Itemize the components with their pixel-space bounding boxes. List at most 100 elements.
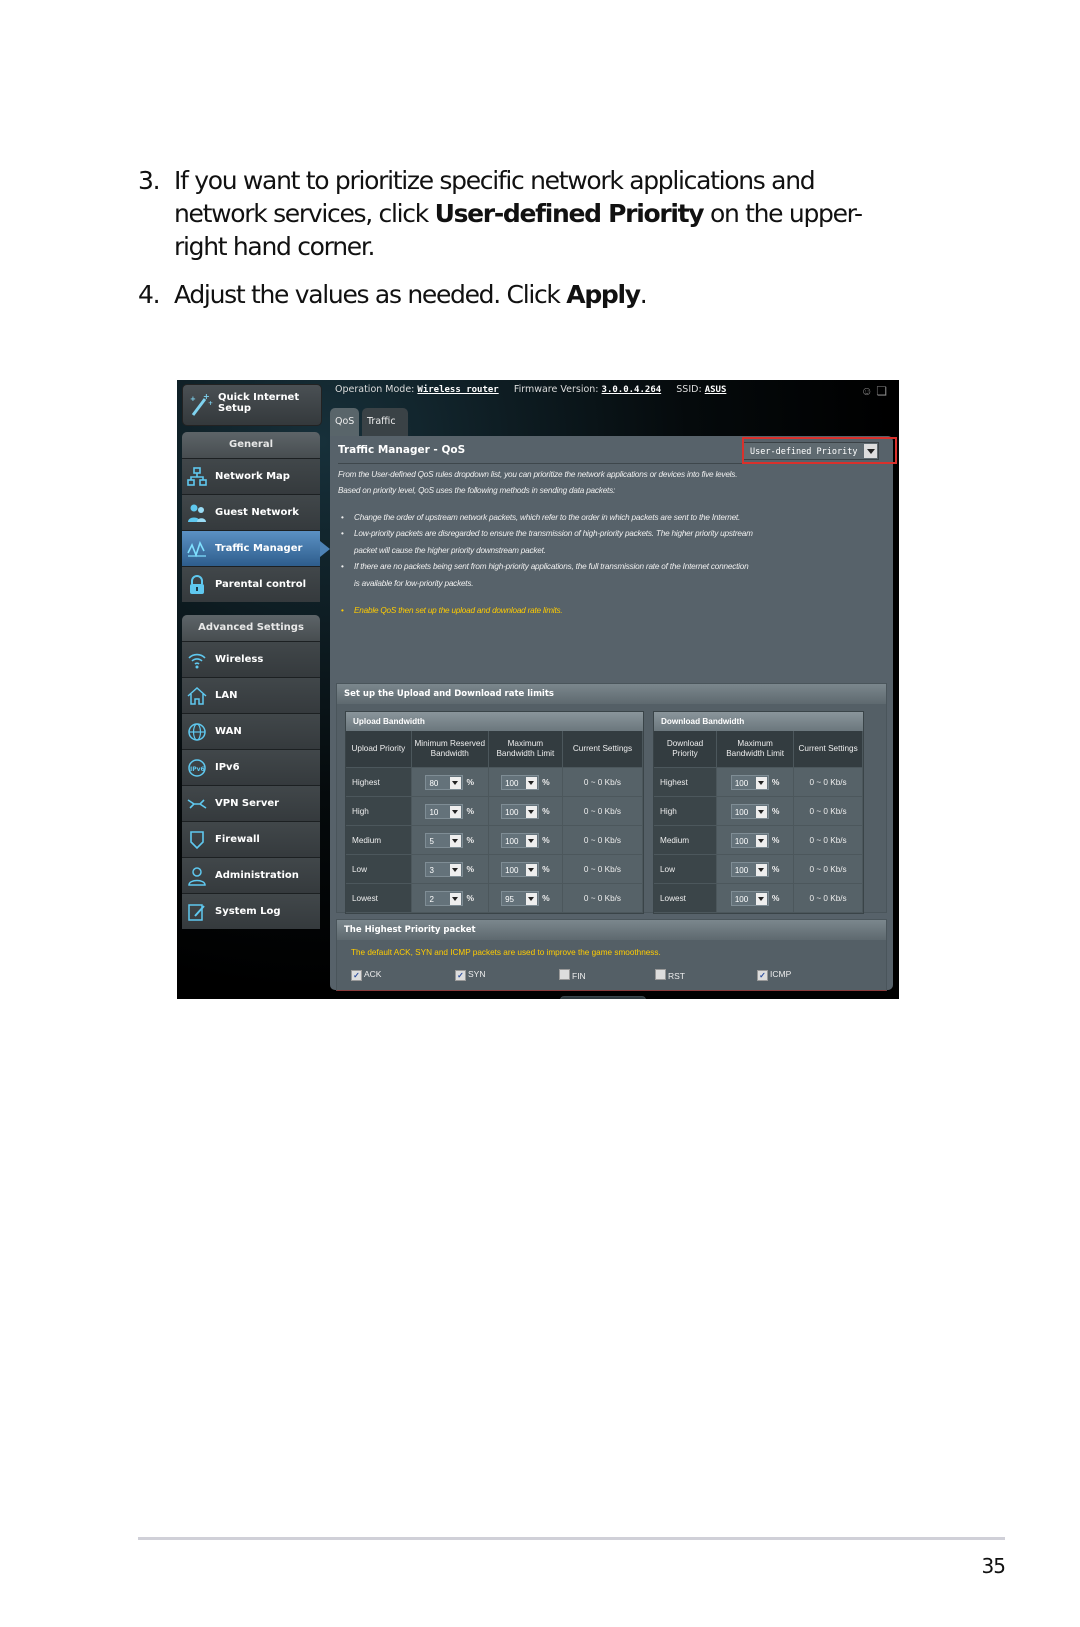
step-3-line-2: network services, click User-defined Pri… [174,197,863,230]
max-bandwidth-select[interactable]: 100 [501,832,540,848]
chevron-down-icon [755,834,767,847]
min-bandwidth-select[interactable]: 2 [425,890,464,906]
sidebar-item-label: System Log [215,906,281,917]
min-bandwidth-select[interactable]: 10 [425,803,464,819]
selected-value: 100 [734,894,749,904]
sidebar-item-administration[interactable]: Administration [182,857,320,893]
selected-value: 100 [505,865,519,875]
percent-unit: % [466,835,475,845]
percent-unit: % [542,777,550,787]
chevron-down-icon [526,863,538,876]
step-number: 3. [138,166,161,195]
min-bandwidth-cell: 3% [411,854,489,884]
selected-value: 100 [505,778,519,788]
checkbox-label: ICMP [770,969,792,979]
wifi-icon [188,653,206,669]
table-row: Medium 100% 0 ~ 0 Kb/s [654,825,863,855]
max-bandwidth-cell: 100% [716,854,795,884]
max-bandwidth-select[interactable]: 100 [501,861,540,877]
tab-qos[interactable]: QoS [330,408,360,436]
sidebar-item-traffic-manager[interactable]: Traffic Manager [182,530,330,566]
checkbox-box[interactable] [559,969,570,980]
users-icon[interactable]: ☺ [861,384,873,398]
min-bandwidth-select[interactable]: 3 [425,861,464,877]
checkbox-fin[interactable]: FIN [559,969,586,981]
sidebar-item-ipv6[interactable]: IPv6 IPv6 [182,749,320,785]
step-4-text: Adjust the values as needed. Click Apply… [174,278,648,311]
checkbox-box[interactable]: ✓ [757,970,768,981]
checkbox-box[interactable]: ✓ [351,970,362,981]
checkbox-label: SYN [468,969,486,979]
table-row: Medium 5% 100% 0 ~ 0 Kb/s [346,825,644,855]
max-bandwidth-select[interactable]: 100 [730,774,769,790]
checkbox-box[interactable]: ✓ [455,970,466,981]
sidebar-item-lan[interactable]: LAN [182,677,320,713]
qos-panel: Traffic Manager - QoS User-defined Prior… [330,436,897,999]
checkbox-icmp[interactable]: ✓ ICMP [757,969,791,981]
section-title: The Highest Priority packet [337,920,886,940]
percent-unit: % [466,806,475,816]
sidebar-item-firewall[interactable]: Firewall [182,821,320,857]
max-bandwidth-select[interactable]: 100 [501,803,540,819]
max-bandwidth-select[interactable]: 100 [501,774,540,790]
min-bandwidth-cell: 5% [411,825,489,855]
checkbox-ack[interactable]: ✓ ACK [351,969,381,981]
selected-value: 95 [505,894,514,904]
tab-traffic-monitor[interactable]: Traffic Monitor [362,408,409,455]
percent-unit: % [771,777,780,787]
sidebar-item-network-map[interactable]: Network Map [182,458,320,494]
selected-value: 100 [734,836,749,846]
quick-internet-setup-button[interactable]: + + + Quick Internet Setup [182,384,322,426]
max-bandwidth-cell: 100% [488,825,563,855]
percent-unit: % [542,893,550,903]
sidebar-item-parental-control[interactable]: Parental control [182,566,320,602]
network-map-icon [187,467,207,486]
ssid-link[interactable]: ASUS [705,385,727,395]
min-bandwidth-select[interactable]: 80 [425,774,464,790]
chevron-down-icon [450,776,462,789]
note-item: Enable QoS then set up the upload and do… [341,606,563,615]
highest-priority-section: The Highest Priority packet The default … [336,919,887,991]
checkbox-label: RST [668,971,685,981]
percent-unit: % [771,835,780,845]
min-bandwidth-cell: 10% [411,796,489,826]
max-bandwidth-select[interactable]: 100 [730,861,769,877]
max-bandwidth-select[interactable]: 100 [730,890,769,906]
sidebar-item-guest-network[interactable]: Guest Network [182,494,320,530]
firmware-link[interactable]: 3.0.0.4.264 [602,385,662,395]
bullet-item: Low-priority packets are disregarded to … [341,529,753,538]
guest-network-icon [188,504,206,522]
bullet-item-continued: is available for low-priority packets. [354,579,474,588]
checkbox-box[interactable] [655,969,666,980]
priority-cell: Medium [346,825,412,855]
copy-icon[interactable]: ❏ [876,384,887,398]
max-bandwidth-select[interactable]: 95 [501,890,540,906]
chevron-down-icon [755,892,767,905]
sidebar-item-label: Administration [215,870,299,881]
percent-unit: % [542,864,550,874]
svg-text:+: + [208,400,213,407]
priority-cell: Highest [346,767,412,797]
sidebar-item-wireless[interactable]: Wireless [182,641,320,677]
max-bandwidth-select[interactable]: 100 [730,832,769,848]
min-bandwidth-select[interactable]: 5 [425,832,464,848]
chevron-down-icon [526,834,538,847]
sidebar-item-label: Traffic Manager [215,543,303,554]
sidebar-item-wan[interactable]: WAN [182,713,320,749]
max-bandwidth-cell: 100% [488,796,563,826]
sidebar-item-vpn-server[interactable]: VPN Server [182,785,320,821]
sidebar-item-system-log[interactable]: System Log [182,893,320,929]
footer-rule [138,1537,1005,1540]
checkbox-syn[interactable]: ✓ SYN [455,969,485,981]
table-row: Lowest 2% 95% 0 ~ 0 Kb/s [346,883,644,913]
max-bandwidth-select[interactable]: 100 [730,803,769,819]
percent-unit: % [466,777,475,787]
bullet-item: If there are no packets being sent from … [341,562,749,571]
log-edit-icon [188,904,205,921]
op-mode-link[interactable]: Wireless router [417,385,498,395]
apply-button[interactable]: Apply [560,996,646,999]
column-header: Maximum Bandwidth Limit [488,731,563,768]
status-bar: Operation Mode: Wireless router Firmware… [335,384,726,395]
checkbox-rst[interactable]: RST [655,969,685,981]
general-menu: General Network Map Guest Network Traffi… [182,432,330,602]
